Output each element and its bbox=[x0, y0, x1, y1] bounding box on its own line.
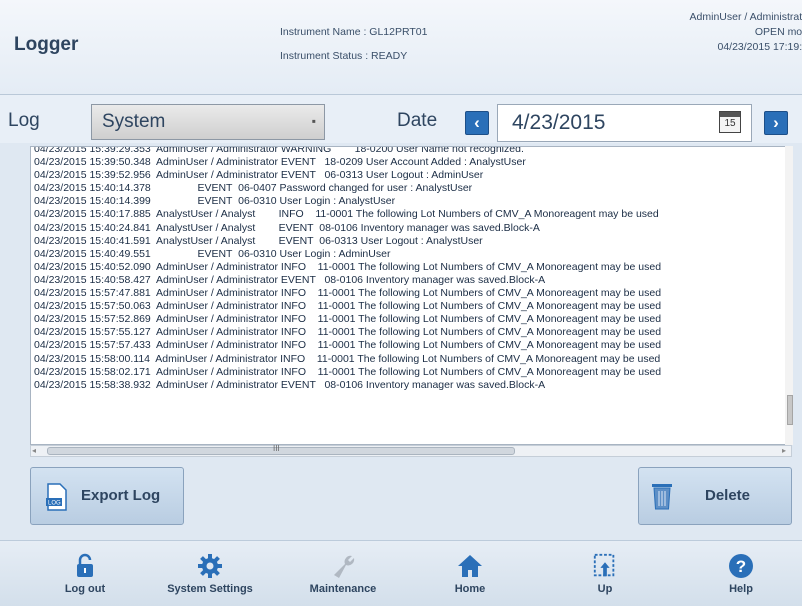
horizontal-scroll-thumb[interactable]: III bbox=[47, 444, 515, 455]
log-entry[interactable]: 04/23/2015 15:40:17.885 AnalystUser / An… bbox=[34, 208, 661, 221]
log-entry[interactable]: 04/23/2015 15:39:29.353 AdminUser / Admi… bbox=[34, 147, 661, 156]
system-settings-button[interactable]: System Settings bbox=[165, 553, 255, 595]
current-datetime: 04/23/2015 17:19:1 bbox=[717, 41, 802, 53]
instrument-name: Instrument Name : GL12PRT01 bbox=[280, 26, 428, 38]
vertical-scroll-thumb[interactable] bbox=[787, 395, 793, 425]
log-entry[interactable]: 04/23/2015 15:39:52.956 AdminUser / Admi… bbox=[34, 169, 661, 182]
log-entry[interactable]: 04/23/2015 15:58:02.171 AdminUser / Admi… bbox=[34, 366, 661, 379]
maintenance-label: Maintenance bbox=[309, 583, 377, 595]
home-label: Home bbox=[454, 583, 486, 595]
mode-status: OPEN mod bbox=[754, 26, 802, 38]
log-entry[interactable]: 04/23/2015 15:40:52.090 AdminUser / Admi… bbox=[34, 261, 661, 274]
date-field[interactable]: 4/23/2015 15 bbox=[497, 104, 752, 142]
next-date-button[interactable]: › bbox=[764, 111, 788, 135]
log-entry[interactable]: 04/23/2015 15:40:14.378 EVENT 06-0407 Pa… bbox=[34, 182, 661, 195]
maintenance-button[interactable]: Maintenance bbox=[298, 553, 388, 595]
system-settings-label: System Settings bbox=[167, 583, 253, 595]
delete-button[interactable]: Delete bbox=[638, 467, 792, 525]
log-entry[interactable]: 04/23/2015 15:57:55.127 AdminUser / Admi… bbox=[34, 326, 661, 339]
trash-icon bbox=[652, 484, 672, 510]
log-entry[interactable]: 04/23/2015 15:58:38.932 AdminUser / Admi… bbox=[34, 379, 661, 392]
grip-icon: III bbox=[273, 444, 280, 453]
log-entry[interactable]: 04/23/2015 15:57:52.869 AdminUser / Admi… bbox=[34, 313, 661, 326]
log-entry[interactable]: 04/23/2015 15:40:41.591 AnalystUser / An… bbox=[34, 235, 661, 248]
up-label: Up bbox=[597, 583, 613, 595]
log-list[interactable]: 04/23/2015 15:39:29.353 AdminUser / Admi… bbox=[30, 146, 792, 445]
date-label: Date bbox=[397, 110, 438, 131]
export-log-label: Export Log bbox=[81, 487, 161, 504]
export-icon: LOG bbox=[46, 483, 67, 511]
header-bar bbox=[0, 0, 802, 95]
help-button[interactable]: ? Help bbox=[696, 553, 786, 595]
user-info: AdminUser / Administrato OPEN mod 04/23/… bbox=[690, 10, 802, 55]
instrument-status: Instrument Status : READY bbox=[280, 50, 408, 62]
gear-icon bbox=[198, 554, 222, 578]
log-text: 04/23/2015 15:39:29.353 AdminUser / Admi… bbox=[34, 147, 661, 392]
app-title: Logger bbox=[14, 34, 79, 55]
scroll-left-icon[interactable]: ◂ bbox=[32, 446, 36, 455]
log-type-value: System bbox=[102, 111, 166, 132]
home-button[interactable]: Home bbox=[425, 553, 515, 595]
export-log-button[interactable]: LOG Export Log bbox=[30, 467, 184, 525]
log-entry[interactable]: 04/23/2015 15:57:50.063 AdminUser / Admi… bbox=[34, 300, 661, 313]
delete-label: Delete bbox=[705, 487, 751, 504]
previous-date-button[interactable]: ‹ bbox=[465, 111, 489, 135]
log-entry[interactable]: 04/23/2015 15:57:47.881 AdminUser / Admi… bbox=[34, 287, 661, 300]
date-value: 4/23/2015 bbox=[512, 111, 606, 134]
log-entry[interactable]: 04/23/2015 15:40:14.399 EVENT 06-0310 Us… bbox=[34, 195, 661, 208]
home-icon bbox=[458, 555, 482, 577]
help-icon: ? bbox=[729, 554, 753, 578]
log-label: Log bbox=[8, 110, 40, 131]
wrench-icon bbox=[334, 555, 355, 578]
log-entry[interactable]: 04/23/2015 15:40:49.551 EVENT 06-0310 Us… bbox=[34, 248, 661, 261]
up-arrow-icon bbox=[593, 553, 615, 577]
padlock-icon bbox=[77, 553, 93, 577]
log-entry[interactable]: 04/23/2015 15:40:24.841 AnalystUser / An… bbox=[34, 222, 661, 235]
help-label: Help bbox=[729, 583, 753, 595]
log-entry[interactable]: 04/23/2015 15:40:58.427 AdminUser / Admi… bbox=[34, 274, 661, 287]
calendar-icon[interactable]: 15 bbox=[719, 111, 741, 133]
up-button[interactable]: Up bbox=[560, 553, 650, 595]
scroll-right-icon[interactable]: ▸ bbox=[782, 446, 786, 455]
logout-label: Log out bbox=[64, 583, 106, 595]
log-entry[interactable]: 04/23/2015 15:57:57.433 AdminUser / Admi… bbox=[34, 339, 661, 352]
svg-text:?: ? bbox=[736, 557, 746, 576]
logout-button[interactable]: Log out bbox=[40, 553, 130, 595]
log-entry[interactable]: 04/23/2015 15:39:50.348 AdminUser / Admi… bbox=[34, 156, 661, 169]
log-type-select[interactable]: System ▪ bbox=[91, 104, 325, 140]
dropdown-arrow-icon: ▪ bbox=[311, 114, 316, 128]
user-role: AdminUser / Administrato bbox=[689, 11, 802, 23]
svg-text:LOG: LOG bbox=[48, 501, 61, 507]
log-entry[interactable]: 04/23/2015 15:58:00.114 AdminUser / Admi… bbox=[34, 353, 661, 366]
